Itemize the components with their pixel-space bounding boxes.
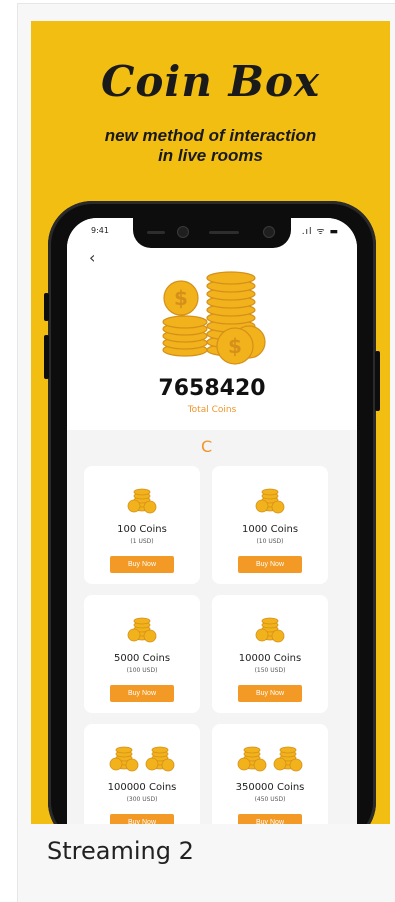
notch-speaker	[209, 231, 239, 234]
package-name: 5000 Coins	[113, 653, 171, 664]
buy-now-button[interactable]: Buy Now	[110, 685, 174, 702]
status-signal-wifi-battery-icon: .ıl ᯤ ▬	[301, 227, 339, 237]
total-coins-label: Total Coins	[187, 405, 237, 415]
phone-notch	[133, 218, 291, 248]
promo-subtitle-line1: new method of interaction	[104, 126, 317, 145]
promo-banner: Coin Box new method of interaction in li…	[31, 21, 390, 824]
refresh-icon[interactable]: C	[201, 437, 212, 456]
phone-mockup: 9:41 .ıl ᯤ ▬ ‹ $ $ 7658420 Total Coins C…	[44, 201, 380, 824]
coin-package-card: 100000 Coins (300 USD) Buy Now	[84, 724, 200, 824]
package-price: (300 USD)	[126, 796, 158, 803]
notch-sensor	[147, 231, 165, 234]
double-coin-stack-icon	[237, 746, 303, 772]
package-price: (450 USD)	[254, 796, 286, 803]
phone-screen: 9:41 .ıl ᯤ ▬ ‹ $ $ 7658420 Total Coins C…	[67, 218, 357, 824]
buy-now-button[interactable]: Buy Now	[238, 556, 302, 573]
coin-package-card: 10000 Coins (150 USD) Buy Now	[212, 595, 328, 713]
phone-volume-button	[44, 335, 49, 379]
front-camera-icon	[177, 226, 189, 238]
post-card[interactable]: Coin Box new method of interaction in li…	[17, 3, 395, 902]
buy-now-button[interactable]: Buy Now	[110, 814, 174, 824]
svg-text:$: $	[174, 286, 188, 310]
coin-stack-icon	[255, 617, 285, 643]
package-name: 350000 Coins	[235, 782, 305, 793]
package-price: (100 USD)	[126, 667, 158, 674]
buy-now-button[interactable]: Buy Now	[238, 685, 302, 702]
coin-package-card: 1000 Coins (10 USD) Buy Now	[212, 466, 328, 584]
svg-text:$: $	[228, 334, 242, 358]
package-name: 10000 Coins	[238, 653, 302, 664]
package-name: 100 Coins	[117, 524, 167, 535]
coin-stack-icon	[127, 617, 157, 643]
double-coin-stack-icon	[109, 746, 175, 772]
promo-subtitle: new method of interaction in live rooms	[31, 126, 390, 166]
notch-sensor-dot	[263, 226, 275, 238]
package-name: 1000 Coins	[241, 524, 299, 535]
package-price: (1 USD)	[130, 538, 154, 545]
coin-package-card: 5000 Coins (100 USD) Buy Now	[84, 595, 200, 713]
status-time: 9:41	[91, 226, 109, 235]
coin-stack-icon	[255, 488, 285, 514]
package-price: (10 USD)	[256, 538, 284, 545]
coin-package-card: 350000 Coins (450 USD) Buy Now	[212, 724, 328, 824]
package-price: (150 USD)	[254, 667, 286, 674]
buy-now-button[interactable]: Buy Now	[238, 814, 302, 824]
coin-package-card: 100 Coins (1 USD) Buy Now	[84, 466, 200, 584]
coin-stack-illustration: $ $	[162, 271, 266, 365]
total-coins-value: 7658420	[158, 376, 266, 401]
back-arrow-icon[interactable]: ‹	[89, 248, 95, 267]
phone-mute-button	[44, 293, 49, 321]
coin-stack-icon	[127, 488, 157, 514]
balance-header: 9:41 .ıl ᯤ ▬ ‹ $ $ 7658420 Total Coins	[67, 218, 357, 430]
promo-title: Coin Box	[100, 57, 321, 106]
package-name: 100000 Coins	[107, 782, 177, 793]
post-caption[interactable]: Streaming 2	[47, 837, 194, 865]
promo-subtitle-line2: in live rooms	[158, 146, 263, 165]
phone-power-button	[375, 351, 380, 411]
buy-now-button[interactable]: Buy Now	[110, 556, 174, 573]
